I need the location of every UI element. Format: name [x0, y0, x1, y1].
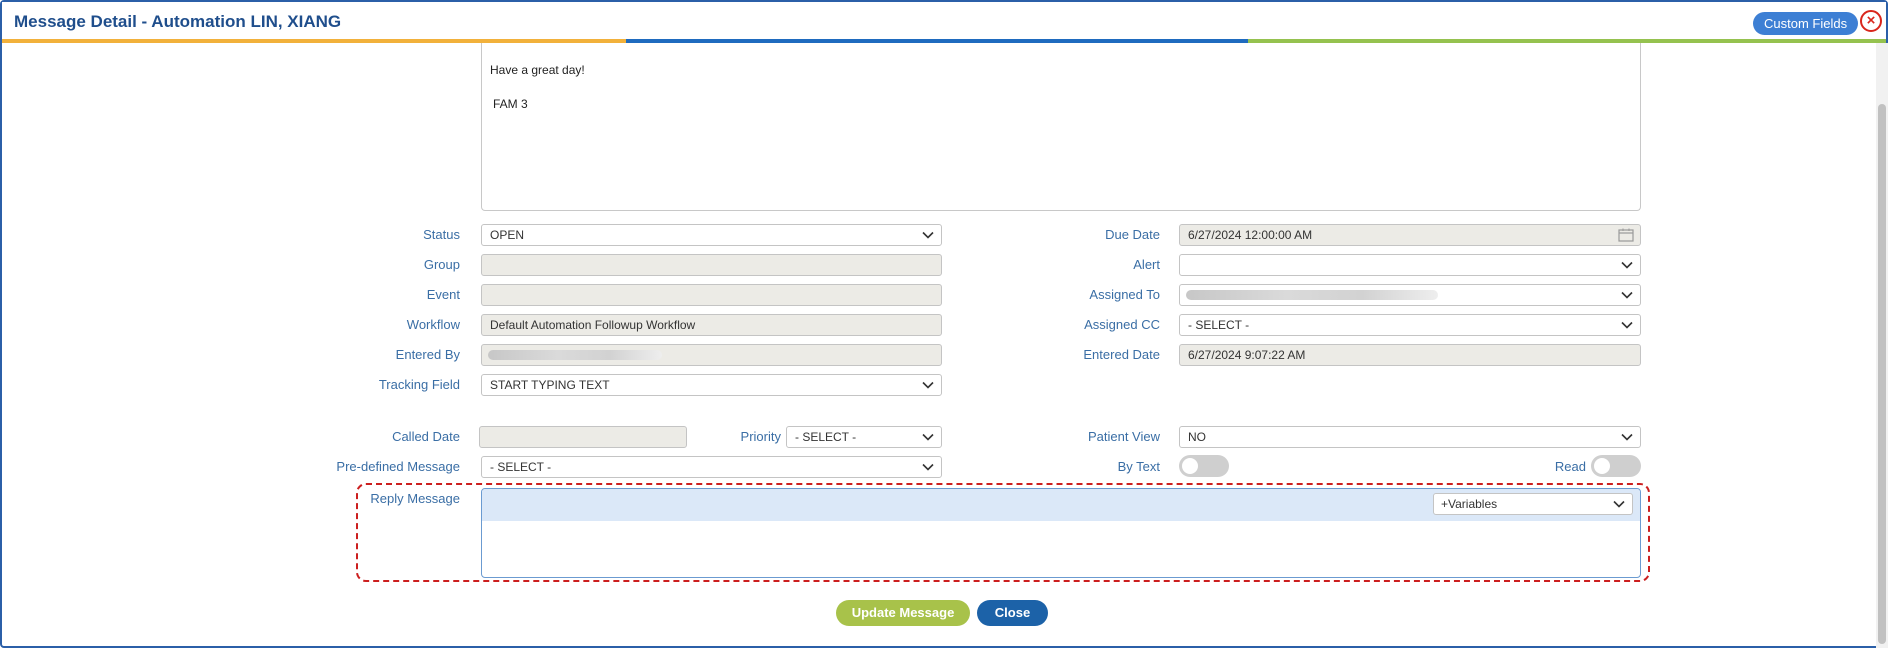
event-field: [481, 284, 942, 306]
message-line: Have a great day!: [490, 63, 585, 77]
workflow-label: Workflow: [406, 317, 460, 332]
variables-label: +Variables: [1441, 497, 1498, 511]
predefined-message-label: Pre-defined Message: [336, 459, 460, 474]
message-line: FAM 3: [493, 97, 528, 111]
update-message-button[interactable]: Update Message: [836, 600, 970, 626]
chevron-down-icon: [921, 460, 935, 474]
patient-view-label: Patient View: [1087, 429, 1160, 444]
priority-value: - SELECT -: [795, 430, 857, 444]
priority-label: Priority: [740, 429, 781, 444]
entered-date-field: 6/27/2024 9:07:22 AM: [1179, 344, 1641, 366]
group-field: [481, 254, 942, 276]
chevron-down-icon: [1620, 258, 1634, 272]
read-label: Read: [1554, 459, 1586, 474]
close-window-icon[interactable]: ×: [1860, 10, 1882, 32]
status-label: Status: [423, 227, 460, 242]
entered-date-value: 6/27/2024 9:07:22 AM: [1188, 348, 1306, 362]
by-text-toggle[interactable]: [1179, 455, 1229, 477]
reply-message-editor[interactable]: +Variables: [481, 488, 1641, 578]
redacted-name: [1186, 290, 1438, 300]
calendar-icon[interactable]: [1618, 228, 1634, 242]
message-body: Have a great day! FAM 3: [481, 43, 1641, 211]
entered-by-label: Entered By: [395, 347, 460, 362]
reply-message-label: Reply Message: [370, 491, 460, 506]
close-button[interactable]: Close: [977, 600, 1048, 626]
redacted-name: [488, 350, 662, 360]
priority-select[interactable]: - SELECT -: [786, 426, 942, 448]
entered-by-field: [481, 344, 942, 366]
toggle-knob: [1182, 458, 1198, 474]
workflow-field: Default Automation Followup Workflow: [481, 314, 942, 336]
group-label: Group: [423, 257, 460, 272]
reply-toolbar: +Variables: [482, 489, 1640, 521]
assigned-cc-select[interactable]: - SELECT -: [1179, 314, 1641, 336]
chevron-down-icon: [1612, 497, 1626, 511]
called-date-label: Called Date: [392, 429, 460, 444]
tracking-field-input[interactable]: START TYPING TEXT: [481, 374, 942, 396]
assigned-cc-value: - SELECT -: [1188, 318, 1250, 332]
chevron-down-icon: [1620, 430, 1634, 444]
variables-select[interactable]: +Variables: [1433, 493, 1633, 515]
due-date-field[interactable]: 6/27/2024 12:00:00 AM: [1179, 224, 1641, 246]
event-label: Event: [426, 287, 460, 302]
chevron-down-icon: [1620, 318, 1634, 332]
read-toggle[interactable]: [1591, 455, 1641, 477]
assigned-to-select[interactable]: [1179, 284, 1641, 306]
chevron-down-icon: [921, 228, 935, 242]
alert-label: Alert: [1133, 257, 1160, 272]
status-select[interactable]: OPEN: [481, 224, 942, 246]
toggle-knob: [1594, 458, 1610, 474]
by-text-label: By Text: [1117, 459, 1160, 474]
predefined-message-select[interactable]: - SELECT -: [481, 456, 942, 478]
chevron-down-icon: [921, 430, 935, 444]
workflow-value: Default Automation Followup Workflow: [490, 318, 696, 332]
scrollbar-thumb[interactable]: [1878, 104, 1886, 644]
entered-date-label: Entered Date: [1083, 347, 1160, 362]
due-date-value: 6/27/2024 12:00:00 AM: [1188, 228, 1313, 242]
predefined-message-value: - SELECT -: [490, 460, 552, 474]
message-detail-window: Message Detail - Automation LIN, XIANG C…: [0, 0, 1888, 648]
assigned-to-label: Assigned To: [1089, 287, 1160, 302]
due-date-label: Due Date: [1105, 227, 1160, 242]
window-title: Message Detail - Automation LIN, XIANG: [14, 12, 342, 31]
called-date-field[interactable]: [479, 426, 687, 448]
patient-view-value: NO: [1188, 430, 1206, 444]
alert-select[interactable]: [1179, 254, 1641, 276]
title-bar: Message Detail - Automation LIN, XIANG C…: [2, 2, 1886, 40]
chevron-down-icon: [1620, 288, 1634, 302]
tracking-field-label: Tracking Field: [378, 377, 460, 392]
chevron-down-icon: [921, 378, 935, 392]
patient-view-select[interactable]: NO: [1179, 426, 1641, 448]
custom-fields-button[interactable]: Custom Fields: [1753, 12, 1859, 35]
tracking-field-placeholder: START TYPING TEXT: [490, 378, 610, 392]
status-value: OPEN: [490, 228, 525, 242]
assigned-cc-label: Assigned CC: [1084, 317, 1160, 332]
